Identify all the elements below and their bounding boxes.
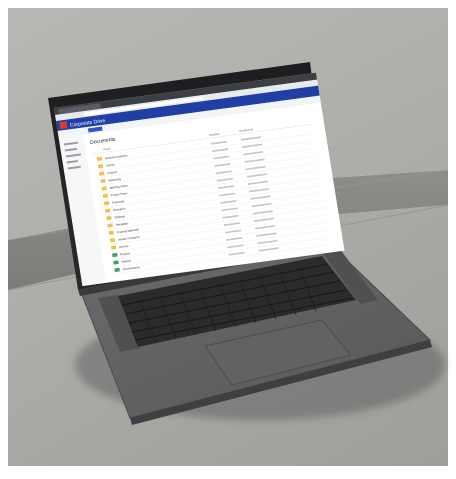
folder-icon: [102, 193, 109, 199]
folder-icon: [97, 164, 104, 169]
display: Corporate Drive Documents Name Modified …: [54, 72, 345, 286]
folder-icon: [100, 178, 106, 184]
folder-icon: [112, 252, 118, 258]
folder-icon: [104, 208, 111, 213]
folder-icon: [103, 201, 110, 206]
folder-icon: [107, 223, 113, 228]
folder-icon: [99, 171, 105, 176]
app-logo: [59, 121, 68, 130]
folder-icon: [108, 230, 115, 236]
folder-icon: [109, 238, 116, 243]
folder-icon: [96, 156, 103, 162]
folder-icon: [101, 186, 107, 191]
folder-icon: [106, 215, 112, 221]
folder-icon: [114, 267, 120, 273]
folder-icon: [110, 245, 117, 250]
photo-scene: Corporate Drive Documents Name Modified …: [0, 0, 456, 474]
folder-icon: [113, 260, 119, 265]
